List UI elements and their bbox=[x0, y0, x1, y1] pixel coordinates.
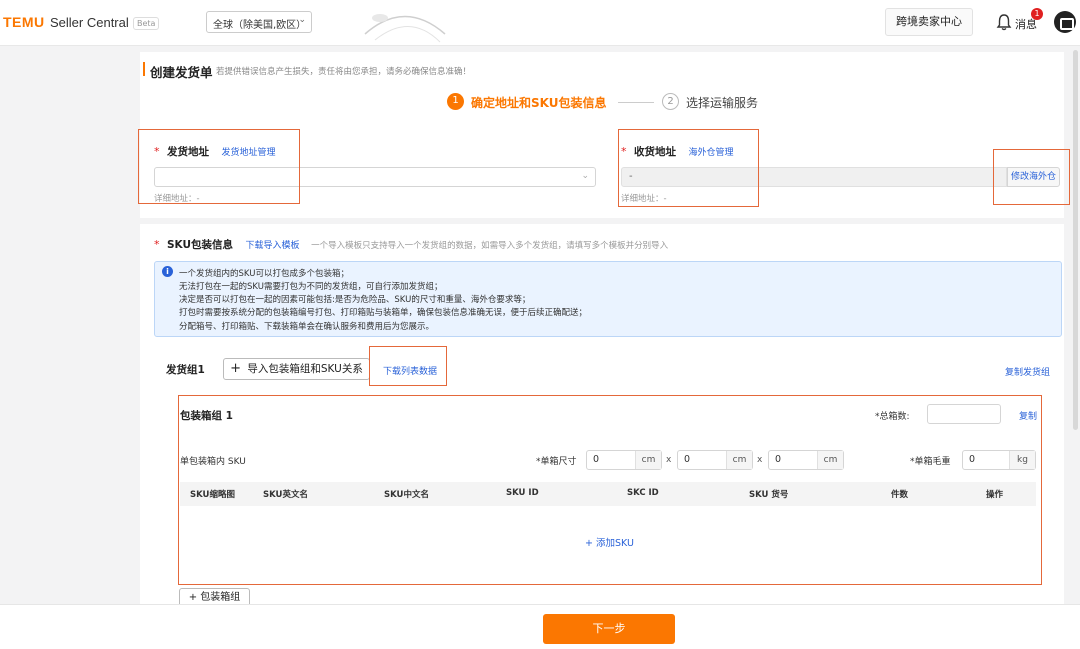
sku-pack-hint: 一个导入模板只支持导入一个发货组的数据，如需导入多个发货组，请填写多个模板并分别… bbox=[311, 241, 669, 251]
info-icon: i bbox=[162, 266, 173, 277]
highlight-ship-from bbox=[138, 129, 300, 204]
download-template-link[interactable]: 下载导入模板 bbox=[246, 241, 300, 251]
step-2-label: 选择运输服务 bbox=[686, 96, 759, 110]
avatar-icon[interactable] bbox=[1054, 11, 1076, 33]
temu-logo[interactable]: TEMU bbox=[3, 14, 45, 30]
page-hint: 若提供错误信息产生损失，责任将由您承担，请务必确保信息准确！ bbox=[216, 67, 472, 77]
import-box-sku-button[interactable]: + 导入包装箱组和SKU关系 bbox=[223, 358, 370, 380]
page-title: 创建发货单 bbox=[150, 65, 213, 80]
sku-pack-header: * SKU包装信息 下载导入模板 一个导入模板只支持导入一个发货组的数据，如需导… bbox=[154, 237, 668, 252]
region-select[interactable]: 全球（除美国,欧区） ⌄ bbox=[206, 11, 312, 33]
import-box-sku-label: 导入包装箱组和SKU关系 bbox=[247, 363, 363, 375]
info-line-2: 无法打包在一起的SKU需要打包为不同的发货组，可自行添加发货组； bbox=[179, 282, 443, 292]
beta-badge: Beta bbox=[133, 17, 160, 30]
plus-icon: + bbox=[230, 361, 242, 376]
step-1-number: 1 bbox=[447, 93, 464, 110]
info-line-1: 一个发货组内的SKU可以打包成多个包装箱； bbox=[179, 269, 349, 279]
copy-group-link[interactable]: 复制发货组 bbox=[1005, 365, 1050, 378]
highlight-box-group bbox=[178, 395, 1042, 585]
required-mark: * bbox=[154, 238, 160, 251]
step-connector bbox=[618, 102, 654, 103]
chevron-down-icon: ⌄ bbox=[298, 15, 306, 25]
chevron-down-icon: ⌄ bbox=[581, 171, 589, 181]
info-line-5: 分配箱号、打印箱贴、下载装箱单会在确认服务和费用后为您展示。 bbox=[179, 322, 435, 332]
highlight-ship-to bbox=[618, 129, 759, 207]
bell-icon[interactable] bbox=[996, 13, 1012, 31]
page-scrollbar[interactable] bbox=[1073, 50, 1078, 430]
app-name: Seller Central bbox=[50, 15, 129, 30]
info-line-4: 打包时需要按系统分配的包装箱编号打包、打印箱贴与装箱单，确保包装信息准确无误，便… bbox=[179, 308, 588, 318]
region-value: 全球（除美国,欧区） bbox=[213, 20, 307, 31]
next-step-button[interactable]: 下一步 bbox=[543, 614, 675, 644]
title-accent-bar bbox=[143, 62, 145, 76]
highlight-download-list bbox=[369, 346, 447, 386]
seller-center-button[interactable]: 跨境卖家中心 bbox=[885, 8, 973, 36]
highlight-modify-warehouse bbox=[993, 149, 1070, 205]
info-line-3: 决定是否可以打包在一起的因素可能包括:是否为危险品、SKU的尺寸和重量、海外仓要… bbox=[179, 295, 531, 305]
step-1-label: 确定地址和SKU包装信息 bbox=[471, 96, 607, 110]
message-count-badge: 1 bbox=[1031, 8, 1043, 20]
footer-bar bbox=[0, 604, 1080, 649]
sku-pack-label: SKU包装信息 bbox=[167, 239, 234, 251]
decorative-banner-icon bbox=[364, 14, 446, 43]
section-divider bbox=[140, 218, 1064, 224]
shipping-group-label: 发货组1 bbox=[166, 364, 205, 376]
step-2-number: 2 bbox=[662, 93, 679, 110]
